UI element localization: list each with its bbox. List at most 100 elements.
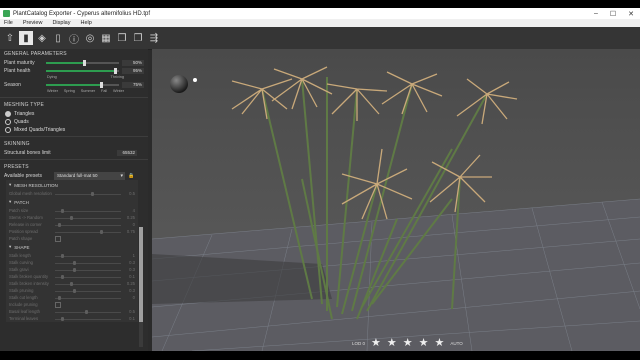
param-slider[interactable] [55,288,121,293]
presets-label: Available presets [4,173,42,179]
slider-knob[interactable] [60,253,64,258]
meshing-option-quads[interactable]: Quads [0,118,148,126]
grid-icon[interactable]: ▦ [99,31,113,45]
param-slider[interactable] [55,281,121,286]
slider-knob[interactable] [60,316,64,321]
slider-knob[interactable] [72,267,76,272]
param-slider[interactable] [55,229,121,234]
param-slider[interactable] [55,260,121,265]
plant-maturity-label: Plant maturity [4,60,35,66]
slider-knob[interactable] [90,191,94,196]
scrollbar-thumb[interactable] [139,227,143,322]
param-value[interactable]: 4 [121,208,135,213]
menu-file[interactable]: File [4,20,13,26]
star-icon[interactable]: ★ [419,338,429,349]
radio-icon[interactable] [5,127,11,133]
season-row: Season 75% [0,81,148,89]
slider-knob[interactable] [99,229,103,234]
param-checkbox[interactable] [55,235,61,242]
param-slider[interactable] [55,316,121,321]
plant-health-slider[interactable] [46,68,119,74]
param-value[interactable]: 0.3 [121,260,135,265]
slider-knob[interactable] [69,215,73,220]
param-value[interactable]: 0.1 [121,274,135,279]
param-value[interactable]: 0.5 [121,309,135,314]
param-value[interactable]: 0.75 [121,229,135,234]
bones-limit-value[interactable]: 65532 [117,150,137,156]
slider-knob[interactable] [69,281,73,286]
plant-health-label: Plant health [4,68,31,74]
param-value[interactable]: 0.25 [121,281,135,286]
param-value[interactable]: 0 [121,222,135,227]
star-icon[interactable]: ★ [387,338,397,349]
param-value[interactable]: 0.3 [121,267,135,272]
star-icon[interactable]: ★ [371,338,381,349]
param-slider[interactable] [55,309,121,314]
home-icon[interactable]: ⇧ [3,31,17,45]
group-header[interactable]: ▾ SHAPE [6,242,138,252]
param-value[interactable]: 0.3 [121,288,135,293]
stem-icon[interactable]: ▯ [51,31,65,45]
meshing-option-mixed[interactable]: Mixed Quads/Triangles [0,126,148,134]
slider-knob[interactable] [60,274,64,279]
plant-health-value[interactable]: 95% [122,68,144,74]
radio-icon[interactable] [5,111,11,117]
plant-maturity-slider[interactable] [46,60,119,66]
param-row: Stems -> Random 0.25 [6,214,138,221]
group-header[interactable]: ▾ PATCH [6,197,138,207]
season-value[interactable]: 75% [122,82,144,88]
close-button[interactable]: ✕ [628,10,634,18]
param-value[interactable]: 0.5 [121,191,135,196]
slider-knob[interactable] [57,295,61,300]
menu-help[interactable]: Help [80,20,91,26]
radio-icon[interactable] [5,119,11,125]
param-value[interactable]: 1 [121,253,135,258]
param-slider[interactable] [55,253,121,258]
cubes-icon[interactable]: ❒ [115,31,129,45]
cubes-alt-icon[interactable]: ❐ [131,31,145,45]
target-icon[interactable]: ◎ [83,31,97,45]
param-checkbox[interactable] [55,301,61,308]
menu-preview[interactable]: Preview [23,20,43,26]
group-shape: ▾ SHAPE Stalk length 1 Stalk curving 0.3 Stal… [6,242,138,322]
menu-display[interactable]: Display [52,20,70,26]
star-icon[interactable]: ★ [435,338,445,349]
slider-knob[interactable] [72,288,76,293]
plant-maturity-value[interactable]: 50% [122,60,144,66]
presets-dropdown[interactable]: Standard full-mat 50 ▾ [54,172,125,180]
light-sphere[interactable] [170,75,188,93]
param-slider[interactable] [55,208,121,213]
slider-knob[interactable] [57,222,61,227]
minimize-button[interactable]: – [594,10,598,17]
param-value[interactable]: 0.1 [121,316,135,321]
group-title: PATCH [14,199,29,205]
param-slider[interactable] [55,267,121,272]
slider-knob[interactable] [84,309,88,314]
cube-icon[interactable]: ◈ [35,31,49,45]
param-value[interactable]: 0.25 [121,215,135,220]
param-slider[interactable] [55,191,121,196]
info-icon[interactable]: ⓘ [67,31,81,46]
meshing-option-triangles[interactable]: Triangles [0,110,148,118]
param-slider[interactable] [55,295,121,300]
share-icon[interactable]: ⇶ [147,31,161,45]
param-value[interactable]: 0 [121,295,135,300]
slider-knob[interactable] [60,208,64,213]
sidebar-scrollbar[interactable] [139,227,143,347]
season-slider[interactable] [46,82,119,88]
param-label: Terminal leaves [9,316,39,321]
param-slider[interactable] [55,274,121,279]
leaf-icon[interactable]: ▮ [19,31,33,45]
radio-label: Mixed Quads/Triangles [14,127,66,133]
group-header[interactable]: ▾ MESH RESOLUTION [6,180,138,190]
3d-viewport[interactable] [152,49,640,351]
param-slider[interactable] [55,222,121,227]
param-row: Global mesh resolution 0.5 [6,190,138,197]
presets-selected: Standard full-mat 50 [57,173,98,178]
maximize-button[interactable]: ☐ [610,10,616,18]
param-slider[interactable] [55,215,121,220]
lock-icon[interactable]: 🔒 [128,173,134,179]
star-icon[interactable]: ★ [403,338,413,349]
slider-knob[interactable] [72,260,76,265]
auto-label[interactable]: AUTO [450,341,462,346]
